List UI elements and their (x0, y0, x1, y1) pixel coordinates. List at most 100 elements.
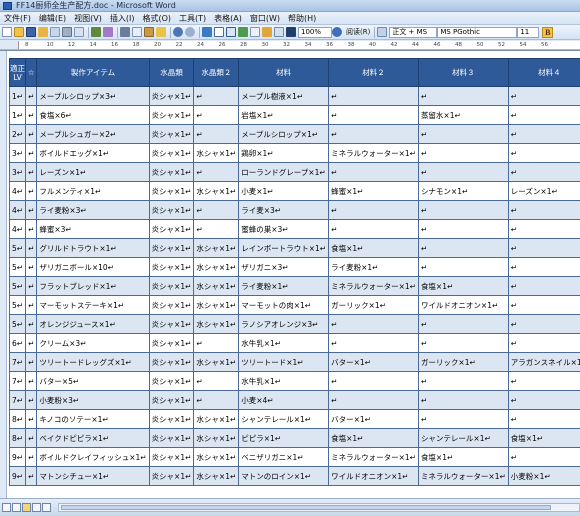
table-cell[interactable]: 水シャ×1↵ (193, 314, 240, 334)
table-cell[interactable]: ↵ (193, 200, 240, 220)
table-cell[interactable]: マーモットの肉×1↵ (238, 295, 330, 315)
table-cell[interactable]: ↵ (193, 371, 240, 391)
table-cell[interactable]: ↵ (507, 200, 580, 220)
copy-icon[interactable] (132, 27, 142, 37)
format-painter-icon[interactable] (156, 27, 166, 37)
table-cell[interactable]: 7↵ (8, 371, 27, 391)
table-cell[interactable]: 4↵ (8, 200, 27, 220)
table-cell[interactable]: 炎シャ×1↵ (148, 124, 195, 144)
table-cell[interactable]: 水牛乳×1↵ (238, 333, 330, 353)
menu-table[interactable]: 表格(A) (210, 13, 246, 24)
menu-format[interactable]: 格式(O) (138, 13, 175, 24)
table-cell[interactable]: 食塩×1↵ (328, 428, 419, 448)
table-cell[interactable]: ミネラルウォーター×1↵ (328, 447, 419, 467)
new-document-icon[interactable] (2, 27, 12, 37)
table-cell[interactable]: 炎シャ×1↵ (148, 105, 195, 125)
menu-view[interactable]: 视图(V) (70, 13, 106, 24)
columns-icon[interactable] (250, 27, 260, 37)
table-cell[interactable]: ↵ (25, 371, 38, 391)
table-cell[interactable]: 水シャ×1↵ (193, 276, 240, 296)
redo-icon[interactable] (185, 27, 195, 37)
table-cell[interactable]: 小麦×1↵ (238, 181, 330, 201)
table-cell[interactable]: バター×1↵ (328, 409, 419, 429)
table-cell[interactable]: ↵ (25, 124, 38, 144)
table-cell[interactable]: 7↵ (8, 390, 27, 410)
table-cell[interactable]: 鶏卵×1↵ (238, 143, 330, 163)
table-cell[interactable]: 炎シャ×1↵ (148, 371, 195, 391)
table-cell[interactable]: ↵ (25, 219, 38, 239)
table-cell[interactable]: ベイクドピピラ×1↵ (36, 428, 150, 448)
table-cell[interactable]: 炎シャ×1↵ (148, 257, 195, 277)
table-cell[interactable]: 4↵ (8, 219, 27, 239)
table-cell[interactable]: ↵ (507, 390, 580, 410)
email-icon[interactable] (50, 27, 60, 37)
table-cell[interactable]: 5↵ (8, 257, 27, 277)
table-cell[interactable]: 水シャ×1↵ (193, 238, 240, 258)
table-cell[interactable]: ↵ (417, 200, 509, 220)
table-cell[interactable]: ↵ (25, 314, 38, 334)
table-cell[interactable]: 炎シャ×1↵ (148, 352, 195, 372)
open-folder-icon[interactable] (14, 27, 24, 37)
table-cell[interactable]: 岩塩×1↵ (238, 105, 330, 125)
table-cell[interactable]: ↵ (328, 105, 419, 125)
table-cell[interactable]: ↵ (328, 124, 419, 144)
menu-edit[interactable]: 编辑(E) (35, 13, 70, 24)
table-cell[interactable]: ライ麦粉×1↵ (238, 276, 330, 296)
table-cell[interactable]: 5↵ (8, 314, 27, 334)
vertical-ruler[interactable] (0, 51, 7, 498)
table-cell[interactable]: 9↵ (8, 466, 27, 486)
table-cell[interactable]: ↵ (507, 143, 580, 163)
table-cell[interactable]: 8↵ (8, 409, 27, 429)
document-area[interactable]: 適正 LV☆製作アイテム水晶類水晶類２材料材料２材料３材料４材料５材料６ 1↵↵… (7, 51, 580, 498)
table-cell[interactable]: ボイルドクレイフィッシュ×1↵ (36, 447, 150, 467)
table-cell[interactable]: ↵ (417, 124, 509, 144)
table-cell[interactable]: 小麦粉×1↵ (507, 466, 580, 486)
table-cell[interactable]: ↵ (507, 447, 580, 467)
table-cell[interactable]: ガーリック×1↵ (417, 352, 509, 372)
table-cell[interactable]: ↵ (417, 409, 509, 429)
table-cell[interactable]: ↵ (507, 409, 580, 429)
table-cell[interactable]: 水シャ×1↵ (193, 409, 240, 429)
table-cell[interactable]: 水シャ×1↵ (193, 295, 240, 315)
table-cell[interactable]: ライ麦粉×3↵ (36, 200, 150, 220)
menu-tools[interactable]: 工具(T) (175, 13, 210, 24)
table-cell[interactable]: ツリートードレッグズ×1↵ (36, 352, 150, 372)
table-cell[interactable]: 炎シャ×1↵ (148, 181, 195, 201)
table-cell[interactable]: メープルシロップ×1↵ (238, 124, 330, 144)
table-cell[interactable]: 4↵ (8, 181, 27, 201)
table-cell[interactable]: ↵ (417, 219, 509, 239)
table-cell[interactable]: ↵ (328, 86, 419, 106)
table-cell[interactable]: ↵ (417, 371, 509, 391)
style-select[interactable]: 正文 + MS (389, 26, 438, 38)
web-layout-button[interactable] (12, 503, 21, 512)
table-cell[interactable]: ↵ (25, 143, 38, 163)
table-cell[interactable]: 炎シャ×1↵ (148, 219, 195, 239)
hyperlink-icon[interactable] (202, 27, 212, 37)
table-cell[interactable]: 水シャ×1↵ (193, 428, 240, 448)
table-cell[interactable]: 水シャ×1↵ (193, 352, 240, 372)
table-cell[interactable]: ↵ (25, 276, 38, 296)
table-cell[interactable]: ツリートード×1↵ (238, 352, 330, 372)
table-cell[interactable]: ↵ (417, 86, 509, 106)
table-cell[interactable]: ライ麦×3↵ (238, 200, 330, 220)
table-cell[interactable]: ↵ (328, 162, 419, 182)
table-cell[interactable]: 3↵ (8, 162, 27, 182)
table-cell[interactable]: バター×1↵ (328, 352, 419, 372)
table-cell[interactable]: ザリガニ×3↵ (238, 257, 330, 277)
table-cell[interactable]: ラノシアオレンジ×3↵ (238, 314, 330, 334)
table-cell[interactable]: ザリガニボール×10↵ (36, 257, 150, 277)
table-cell[interactable]: ↵ (507, 371, 580, 391)
table-cell[interactable]: ↵ (25, 352, 38, 372)
word-app-icon[interactable] (3, 2, 12, 10)
table-cell[interactable]: ↵ (328, 219, 419, 239)
table-cell[interactable]: 炎シャ×1↵ (148, 238, 195, 258)
table-cell[interactable]: 食塩×1↵ (328, 238, 419, 258)
table-cell[interactable]: 食塩×1↵ (417, 447, 509, 467)
tables-borders-icon[interactable] (214, 27, 224, 37)
table-cell[interactable]: ↵ (417, 238, 509, 258)
table-cell[interactable]: 1↵ (8, 86, 27, 106)
table-cell[interactable]: バター×5↵ (36, 371, 150, 391)
table-cell[interactable]: ガーリック×1↵ (328, 295, 419, 315)
table-cell[interactable]: シナモン×1↵ (417, 181, 509, 201)
table-cell[interactable]: ↵ (507, 238, 580, 258)
